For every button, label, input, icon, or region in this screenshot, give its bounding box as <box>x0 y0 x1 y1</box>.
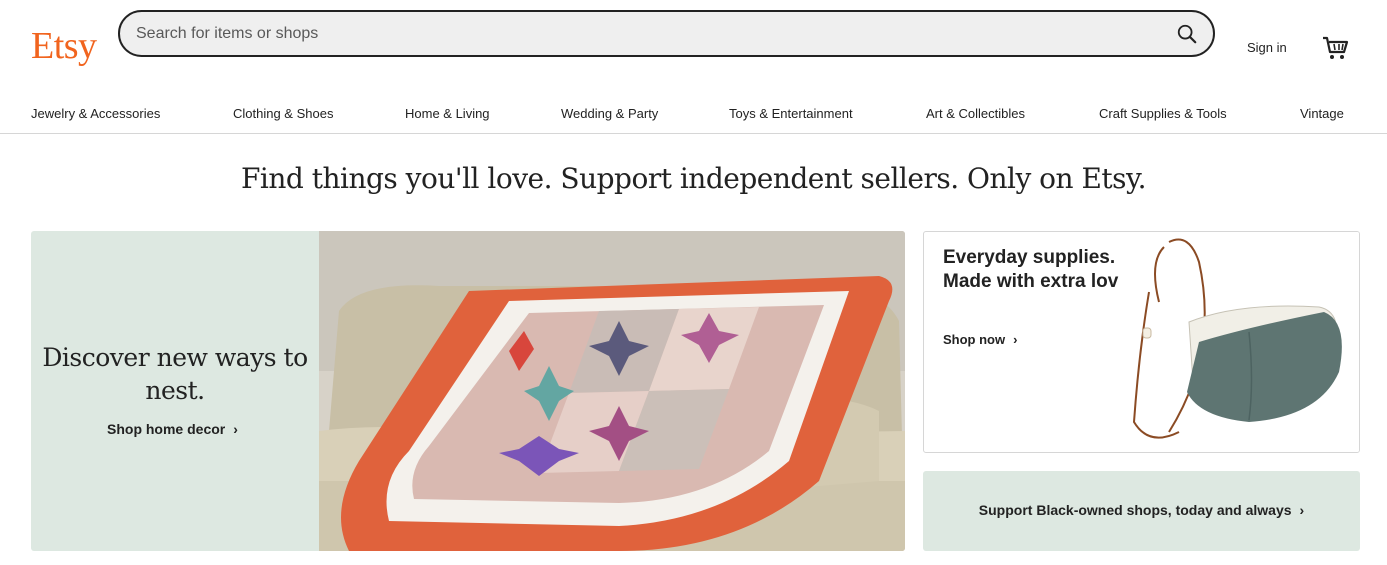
cart-icon <box>1323 36 1349 59</box>
nav-item-home[interactable]: Home & Living <box>405 106 490 121</box>
everyday-supplies-card[interactable]: Everyday supplies. Made with extra love.… <box>923 231 1360 453</box>
hero-banner[interactable]: Discover new ways to nest. Shop home dec… <box>31 231 905 551</box>
chevron-right-icon: › <box>233 421 238 437</box>
page-tagline: Find things you'll love. Support indepen… <box>240 162 1147 195</box>
nav-item-clothing[interactable]: Clothing & Shoes <box>233 106 333 121</box>
sign-in-link[interactable]: Sign in <box>1247 40 1287 55</box>
etsy-logo[interactable]: Etsy <box>31 22 97 70</box>
card-title: Everyday supplies. Made with extra love. <box>943 247 1135 292</box>
shop-home-decor-link[interactable]: Shop home decor › <box>107 421 238 437</box>
chevron-right-icon: › <box>1013 332 1018 347</box>
hero-link-label: Shop home decor <box>107 421 226 437</box>
search-input[interactable] <box>136 12 1136 55</box>
face-mask-image <box>1119 232 1359 452</box>
nav-item-jewelry[interactable]: Jewelry & Accessories <box>31 106 160 121</box>
hero-title: Discover new ways to nest. <box>42 343 308 405</box>
banner-label: Support Black-owned shops, today and alw… <box>978 502 1292 518</box>
search-bar <box>118 10 1215 57</box>
black-owned-shops-link[interactable]: Support Black-owned shops, today and alw… <box>923 502 1360 518</box>
nav-item-art[interactable]: Art & Collectibles <box>926 106 1025 121</box>
chevron-right-icon: › <box>1299 502 1305 518</box>
search-icon <box>1177 24 1197 44</box>
category-nav: Jewelry & Accessories Clothing & Shoes H… <box>0 96 1387 134</box>
nav-item-toys[interactable]: Toys & Entertainment <box>729 106 853 121</box>
shop-now-label: Shop now <box>943 332 1006 347</box>
hero-text-panel: Discover new ways to nest. Shop home dec… <box>31 231 319 551</box>
cart-button[interactable] <box>1320 33 1350 63</box>
quilt-on-sofa-image <box>319 231 905 551</box>
nav-item-vintage[interactable]: Vintage <box>1300 106 1344 121</box>
site-header: Etsy Sign in <box>0 0 1387 96</box>
shop-now-link[interactable]: Shop now › <box>943 332 1017 347</box>
search-button[interactable] <box>1169 16 1205 52</box>
nav-item-craft[interactable]: Craft Supplies & Tools <box>1099 106 1227 121</box>
black-owned-shops-banner[interactable]: Support Black-owned shops, today and alw… <box>923 471 1360 551</box>
nav-item-wedding[interactable]: Wedding & Party <box>561 106 658 121</box>
